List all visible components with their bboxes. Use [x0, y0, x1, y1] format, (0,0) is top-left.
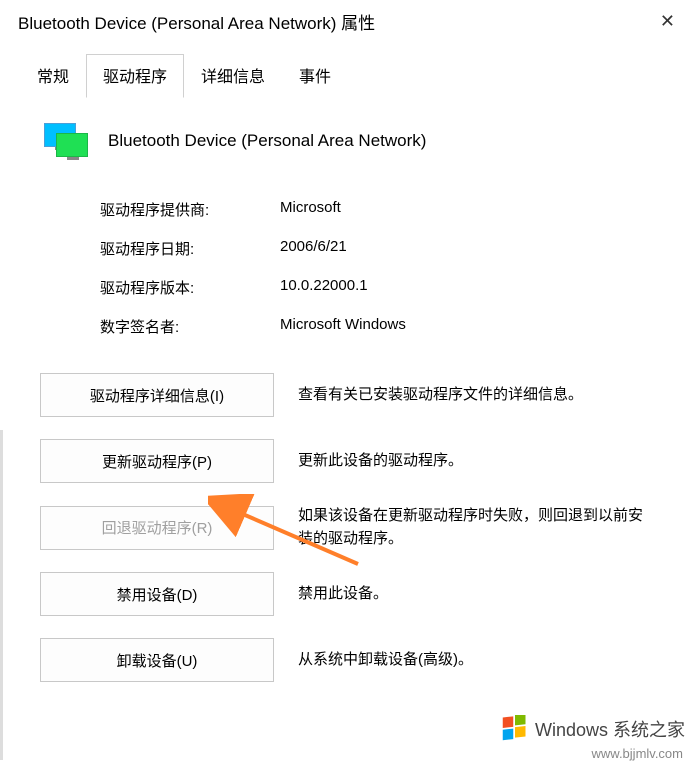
- signer-label: 数字签名者:: [100, 316, 280, 337]
- tab-events[interactable]: 事件: [282, 54, 348, 98]
- driver-details-button[interactable]: 驱动程序详细信息(I): [40, 373, 274, 417]
- device-header: Bluetooth Device (Personal Area Network): [40, 123, 657, 159]
- update-driver-button[interactable]: 更新驱动程序(P): [40, 439, 274, 483]
- tab-content: Bluetooth Device (Personal Area Network)…: [0, 99, 697, 724]
- tab-driver[interactable]: 驱动程序: [86, 54, 184, 98]
- close-icon[interactable]: ✕: [652, 7, 683, 36]
- button-row-rollback: 回退驱动程序(R) 如果该设备在更新驱动程序时失败，则回退到以前安装的驱动程序。: [40, 505, 657, 550]
- network-device-icon: [44, 123, 88, 159]
- driver-details-desc: 查看有关已安装驱动程序文件的详细信息。: [298, 384, 657, 407]
- uninstall-device-desc: 从系统中卸载设备(高级)。: [298, 649, 657, 672]
- window-title: Bluetooth Device (Personal Area Network)…: [18, 9, 375, 34]
- disable-device-desc: 禁用此设备。: [298, 583, 657, 606]
- button-row-disable: 禁用设备(D) 禁用此设备。: [40, 572, 657, 616]
- tab-strip: 常规 驱动程序 详细信息 事件: [0, 42, 697, 99]
- provider-label: 驱动程序提供商:: [100, 199, 280, 220]
- button-row-uninstall: 卸载设备(U) 从系统中卸载设备(高级)。: [40, 638, 657, 682]
- uninstall-device-button[interactable]: 卸载设备(U): [40, 638, 274, 682]
- update-driver-desc: 更新此设备的驱动程序。: [298, 450, 657, 473]
- watermark-brand: Windows 系统之家: [535, 716, 685, 742]
- scrollbar-fragment: [0, 430, 3, 760]
- watermark-url: www.bjjmlv.com: [592, 746, 684, 761]
- info-row-signer: 数字签名者: Microsoft Windows: [100, 316, 657, 337]
- action-buttons: 驱动程序详细信息(I) 查看有关已安装驱动程序文件的详细信息。 更新驱动程序(P…: [40, 373, 657, 682]
- info-row-date: 驱动程序日期: 2006/6/21: [100, 238, 657, 259]
- rollback-driver-desc: 如果该设备在更新驱动程序时失败，则回退到以前安装的驱动程序。: [298, 505, 657, 550]
- watermark-logo: Windows 系统之家: [501, 715, 685, 743]
- button-row-details: 驱动程序详细信息(I) 查看有关已安装驱动程序文件的详细信息。: [40, 373, 657, 417]
- date-value: 2006/6/21: [280, 238, 347, 259]
- properties-window: Bluetooth Device (Personal Area Network)…: [0, 0, 697, 765]
- driver-info-grid: 驱动程序提供商: Microsoft 驱动程序日期: 2006/6/21 驱动程…: [40, 199, 657, 337]
- button-row-update: 更新驱动程序(P) 更新此设备的驱动程序。: [40, 439, 657, 483]
- version-label: 驱动程序版本:: [100, 277, 280, 298]
- version-value: 10.0.22000.1: [280, 277, 368, 298]
- titlebar: Bluetooth Device (Personal Area Network)…: [0, 0, 697, 42]
- device-name: Bluetooth Device (Personal Area Network): [108, 131, 426, 151]
- rollback-driver-button: 回退驱动程序(R): [40, 506, 274, 550]
- provider-value: Microsoft: [280, 199, 341, 220]
- windows-logo-icon: [501, 715, 529, 743]
- tab-general[interactable]: 常规: [20, 54, 86, 98]
- info-row-version: 驱动程序版本: 10.0.22000.1: [100, 277, 657, 298]
- disable-device-button[interactable]: 禁用设备(D): [40, 572, 274, 616]
- tab-details[interactable]: 详细信息: [184, 54, 282, 98]
- date-label: 驱动程序日期:: [100, 238, 280, 259]
- info-row-provider: 驱动程序提供商: Microsoft: [100, 199, 657, 220]
- signer-value: Microsoft Windows: [280, 316, 406, 337]
